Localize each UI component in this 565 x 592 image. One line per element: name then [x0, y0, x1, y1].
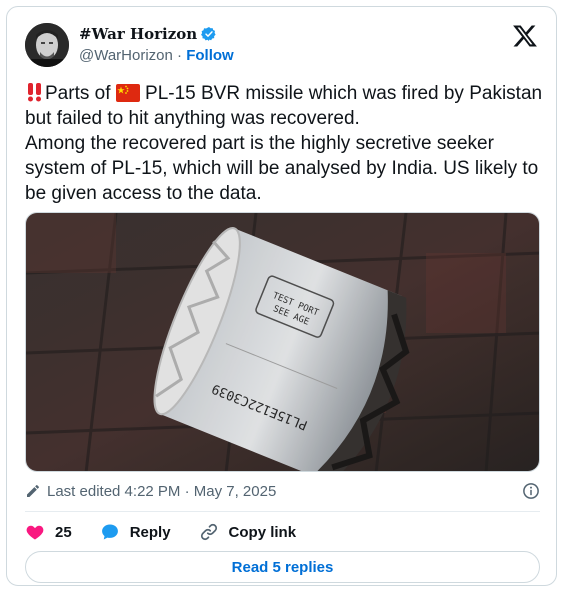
reply-label: Reply: [129, 523, 171, 541]
display-name[interactable]: #War Horizon: [79, 25, 197, 43]
verified-badge-icon: [201, 27, 216, 41]
tweet-media-image[interactable]: TEST PORT SEE AGE PL15E122C3039: [25, 212, 540, 472]
link-icon: [200, 523, 217, 541]
tweet-body: Parts of PL-15 BVR missile which was fir…: [25, 81, 545, 206]
like-button[interactable]: 25: [25, 522, 72, 542]
read-replies-button[interactable]: Read 5 replies: [25, 551, 540, 583]
copy-link-button[interactable]: Copy link: [199, 522, 297, 542]
info-icon[interactable]: [522, 482, 540, 500]
author-block: #War Horizon @WarHorizon · Follow: [79, 25, 234, 64]
divider: [25, 511, 540, 512]
handle-separator: ·: [172, 47, 187, 64]
last-edited-timestamp[interactable]: Last edited 4:22 PM · May 7, 2025: [47, 483, 276, 500]
action-bar: 25 Reply Copy link: [25, 519, 324, 545]
copy-link-label: Copy link: [228, 523, 297, 541]
tweet-header: #War Horizon @WarHorizon · Follow: [25, 19, 542, 69]
reply-bubble-icon: [101, 524, 118, 540]
china-flag-icon: [115, 84, 140, 102]
follow-button[interactable]: Follow: [186, 47, 234, 64]
tweet-text-part1: Parts of: [45, 83, 116, 104]
tweet-text-part3: Among the recovered part is the highly s…: [25, 133, 539, 204]
tweet-card: #War Horizon @WarHorizon · Follow Parts …: [6, 6, 557, 586]
x-logo-icon[interactable]: [512, 23, 538, 49]
like-count: 25: [55, 523, 72, 541]
reply-button[interactable]: Reply: [100, 522, 171, 542]
edit-meta-row: Last edited 4:22 PM · May 7, 2025: [25, 480, 540, 502]
heart-icon: [26, 525, 44, 540]
handle[interactable]: @WarHorizon: [79, 47, 173, 64]
pencil-icon: [27, 485, 39, 497]
avatar[interactable]: [25, 23, 69, 67]
double-exclamation-icon: [28, 83, 41, 102]
